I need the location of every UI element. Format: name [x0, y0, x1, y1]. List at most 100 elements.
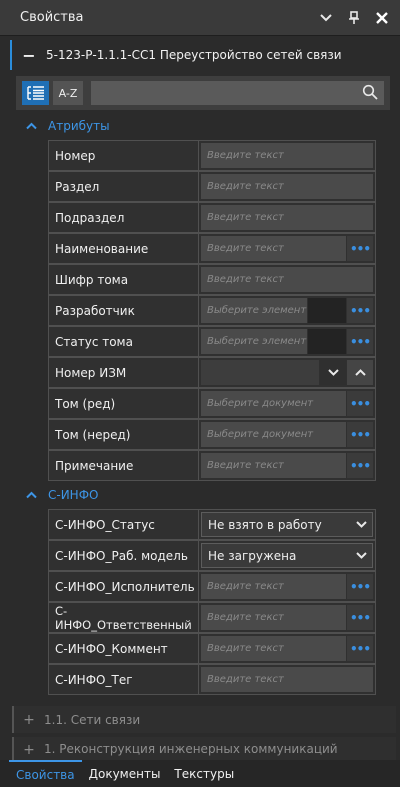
property-row-nomer: Номер Введите текст	[48, 140, 376, 171]
property-label: Статус тома	[48, 326, 198, 357]
ellipsis-button[interactable]: •••	[347, 574, 373, 599]
expand-icon[interactable]: +	[14, 742, 44, 758]
property-row-primechanie: Примечание Введите текст •••	[48, 450, 376, 481]
property-row-status: Статус тома Выберите элемент •••	[48, 326, 376, 357]
panel-title: Свойства	[20, 10, 84, 25]
property-row-razrabotchik: Разработчик Выберите элемент •••	[48, 295, 376, 326]
document-title: 5-123-Р-1.1.1-СС1 Переустройство сетей с…	[46, 48, 342, 62]
property-label: С-ИНФО_Исполнитель	[48, 571, 198, 602]
section-title: С-ИНФО	[48, 488, 99, 502]
property-row-cinfo-otvetstvenny: С-ИНФО_Ответственный Введите текст •••	[48, 602, 376, 633]
picker-preview[interactable]	[308, 298, 346, 323]
ellipsis-button[interactable]: •••	[347, 453, 373, 478]
section-title: Атрибуты	[48, 119, 110, 133]
property-row-cinfo-komment: С-ИНФО_Коммент Введите текст •••	[48, 633, 376, 664]
collapsed-item[interactable]: + 1.1. Сети связи	[12, 706, 396, 733]
text-field[interactable]: Введите текст	[201, 236, 346, 261]
text-field[interactable]: Введите текст	[201, 267, 373, 292]
property-label: С-ИНФО_Тег	[48, 664, 198, 695]
text-field[interactable]: Введите текст	[201, 205, 373, 230]
property-label: Подраздел	[48, 202, 198, 233]
property-row-cinfo-teg: С-ИНФО_Тег Введите текст	[48, 664, 376, 695]
ellipsis-button[interactable]: •••	[347, 422, 373, 447]
search-box[interactable]	[91, 81, 384, 105]
search-icon[interactable]	[362, 84, 378, 104]
property-row-naimenovanie: Наименование Введите текст •••	[48, 233, 376, 264]
text-field[interactable]: Введите текст	[201, 453, 346, 478]
ellipsis-button[interactable]: •••	[347, 298, 373, 323]
property-label: Примечание	[48, 450, 198, 481]
property-label: Номер	[48, 140, 198, 171]
chevron-up-icon[interactable]	[347, 360, 373, 385]
section-cinfo[interactable]: С-ИНФО	[16, 481, 390, 509]
tab-properties[interactable]: Свойства	[9, 760, 82, 787]
property-label: Шифр тома	[48, 264, 198, 295]
chevron-up-icon[interactable]	[26, 120, 48, 133]
collapsed-item[interactable]: + 1. Реконструкция инженерных коммуникац…	[12, 737, 396, 760]
dropdown-value: Не взято в работу	[208, 517, 322, 532]
number-field[interactable]	[201, 360, 319, 385]
collapsed-item-label: 1. Реконструкция инженерных коммуникаций	[44, 742, 338, 756]
property-label: С-ИНФО_Раб. модель	[48, 540, 198, 571]
section-attributes[interactable]: Атрибуты	[16, 112, 390, 140]
panel-title-bar: Свойства	[0, 0, 400, 36]
text-field[interactable]: Введите текст	[201, 174, 373, 199]
categorized-view-button[interactable]	[22, 81, 49, 105]
dropdown-value: Не загружена	[208, 548, 297, 563]
property-row-shifr: Шифр тома Введите текст	[48, 264, 376, 295]
element-picker[interactable]: Выберите элемент	[201, 329, 307, 354]
tab-textures[interactable]: Текстуры	[167, 760, 241, 787]
chevron-down-icon[interactable]	[350, 552, 372, 559]
chevron-down-icon[interactable]	[312, 4, 340, 32]
status-dropdown[interactable]: Не взято в работу	[201, 512, 373, 537]
chevron-down-icon[interactable]	[320, 360, 346, 385]
property-row-nomer-izm: Номер ИЗМ	[48, 357, 376, 388]
text-field[interactable]: Введите текст	[201, 574, 346, 599]
property-label: С-ИНФО_Ответственный	[48, 602, 198, 633]
text-field[interactable]: Введите текст	[201, 605, 346, 630]
tab-documents[interactable]: Документы	[82, 760, 168, 787]
text-field[interactable]: Введите текст	[201, 667, 373, 692]
property-row-podrazdel: Подраздел Введите текст	[48, 202, 376, 233]
property-label: Том (неред)	[48, 419, 198, 450]
ellipsis-button[interactable]: •••	[347, 329, 373, 354]
property-label: Номер ИЗМ	[48, 357, 198, 388]
document-picker[interactable]: Выберите документ	[201, 422, 346, 447]
ellipsis-button[interactable]: •••	[347, 636, 373, 661]
property-label: Наименование	[48, 233, 198, 264]
property-label: Разработчик	[48, 295, 198, 326]
collapse-icon[interactable]: −	[12, 46, 46, 65]
expand-icon[interactable]: +	[14, 712, 44, 728]
pin-icon[interactable]	[340, 4, 368, 32]
property-label: Том (ред)	[48, 388, 198, 419]
document-header[interactable]: − 5-123-Р-1.1.1-СС1 Переустройство сетей…	[10, 40, 395, 70]
property-label: С-ИНФО_Статус	[48, 509, 198, 540]
property-row-tom-nered: Том (неред) Выберите документ •••	[48, 419, 376, 450]
element-picker[interactable]: Выберите элемент	[201, 298, 307, 323]
ellipsis-button[interactable]: •••	[347, 391, 373, 416]
property-row-tom-red: Том (ред) Выберите документ •••	[48, 388, 376, 419]
property-label: Раздел	[48, 171, 198, 202]
model-dropdown[interactable]: Не загружена	[201, 543, 373, 568]
close-icon[interactable]	[368, 4, 396, 32]
collapsed-item-label: 1.1. Сети связи	[44, 712, 141, 727]
property-row-cinfo-status: С-ИНФО_Статус Не взято в работу	[48, 509, 376, 540]
properties-toolbar: A-Z	[16, 76, 390, 110]
sort-az-button[interactable]: A-Z	[53, 81, 83, 105]
search-input[interactable]	[91, 81, 384, 105]
list-categorized-icon	[26, 86, 44, 100]
property-row-razdel: Раздел Введите текст	[48, 171, 376, 202]
ellipsis-button[interactable]: •••	[347, 605, 373, 630]
property-grid: Атрибуты Номер Введите текст Раздел Введ…	[16, 112, 390, 710]
document-picker[interactable]: Выберите документ	[201, 391, 346, 416]
property-label: С-ИНФО_Коммент	[48, 633, 198, 664]
text-field[interactable]: Введите текст	[201, 636, 346, 661]
chevron-up-icon[interactable]	[26, 489, 48, 502]
chevron-down-icon[interactable]	[350, 521, 372, 528]
ellipsis-button[interactable]: •••	[347, 236, 373, 261]
text-field[interactable]: Введите текст	[201, 143, 373, 168]
picker-preview[interactable]	[308, 329, 346, 354]
bottom-tab-bar: Свойства Документы Текстуры	[0, 760, 400, 787]
property-row-cinfo-ispolnitel: С-ИНФО_Исполнитель Введите текст •••	[48, 571, 376, 602]
property-row-cinfo-model: С-ИНФО_Раб. модель Не загружена	[48, 540, 376, 571]
